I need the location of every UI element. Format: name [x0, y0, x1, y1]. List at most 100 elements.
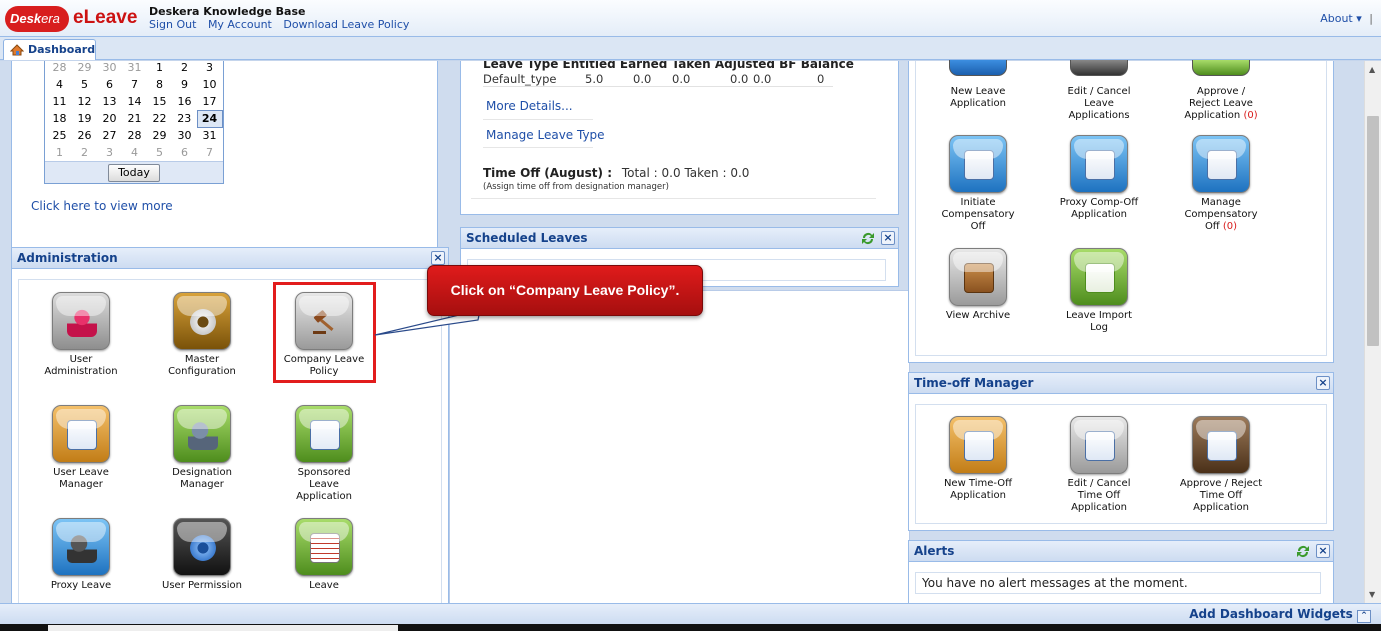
calendar-day[interactable]: 31: [122, 61, 147, 76]
calendar-week: 25 26 27 28 29 30 31: [47, 127, 222, 144]
calendar-day[interactable]: 20: [97, 110, 122, 127]
calendar-day[interactable]: 6: [97, 76, 122, 93]
calendar-day[interactable]: 28: [47, 61, 72, 76]
tile-initiate-comp-off[interactable]: Initiate Compensatory Off: [923, 135, 1033, 233]
calendar-day[interactable]: 15: [147, 93, 172, 110]
about-menu[interactable]: About ▾ |: [1320, 12, 1373, 25]
my-account-link[interactable]: My Account: [208, 18, 272, 31]
scheduled-leaves-header: Scheduled Leaves ×: [461, 228, 898, 249]
calendar-day[interactable]: 7: [197, 144, 222, 161]
page-scrollbar[interactable]: ▲ ▼: [1364, 61, 1381, 603]
close-icon[interactable]: ×: [1316, 376, 1330, 390]
tile-designation-manager[interactable]: Designation Manager: [147, 405, 257, 491]
more-details-link[interactable]: More Details...: [486, 99, 573, 113]
tile-new-timeoff-application[interactable]: New Time-Off Application: [923, 416, 1033, 502]
tab-dashboard[interactable]: Dashboard: [3, 39, 96, 60]
calendar-day[interactable]: 1: [147, 61, 172, 76]
manage-comp-off-icon: [1207, 150, 1237, 180]
calendar-day[interactable]: 30: [172, 127, 197, 144]
calendar-day[interactable]: 29: [72, 61, 97, 76]
calendar-day[interactable]: 31: [197, 127, 222, 144]
tile-user-leave-manager[interactable]: User Leave Manager: [26, 405, 136, 491]
add-dashboard-widgets-button[interactable]: Add Dashboard Widgets ⌃: [1189, 607, 1371, 623]
calendar-day[interactable]: 14: [122, 93, 147, 110]
calendar-week: 11 12 13 14 15 16 17: [47, 93, 222, 110]
calendar-day[interactable]: 11: [47, 93, 72, 110]
tile-approve-reject-leave[interactable]: Approve / Reject Leave Application (0): [1166, 60, 1276, 122]
alerts-header: Alerts ×: [909, 541, 1333, 562]
download-leave-policy-link[interactable]: Download Leave Policy: [283, 18, 409, 31]
calendar-day[interactable]: 10: [197, 76, 222, 93]
sign-out-link[interactable]: Sign Out: [149, 18, 196, 31]
refresh-icon[interactable]: [860, 231, 876, 246]
tile-sponsored-leave-application[interactable]: Sponsored Leave Application: [269, 405, 379, 503]
top-bar: Deskera eLeave Deskera Knowledge Base Si…: [0, 0, 1381, 37]
calendar-day[interactable]: 25: [47, 127, 72, 144]
close-icon[interactable]: ×: [1316, 544, 1330, 558]
permission-icon: [188, 533, 218, 563]
close-icon[interactable]: ×: [881, 231, 895, 245]
calendar-day[interactable]: 21: [122, 110, 147, 127]
tile-view-archive[interactable]: View Archive: [923, 248, 1033, 322]
calendar-day[interactable]: 24: [196, 109, 223, 128]
calendar-day[interactable]: 4: [47, 76, 72, 93]
alerts-panel: Alerts × You have no alert messages at t…: [908, 540, 1334, 603]
calendar-day[interactable]: 2: [72, 144, 97, 161]
calendar-day[interactable]: 3: [97, 144, 122, 161]
pending-count: (0): [1222, 221, 1238, 232]
tile-edit-cancel-timeoff[interactable]: Edit / Cancel Time Off Application: [1044, 416, 1154, 514]
calendar-day[interactable]: 19: [72, 110, 97, 127]
tile-edit-cancel-leave[interactable]: Edit / Cancel Leave Applications: [1044, 60, 1154, 122]
calendar-day[interactable]: 29: [147, 127, 172, 144]
tile-proxy-comp-off[interactable]: Proxy Comp-Off Application: [1044, 135, 1154, 221]
calendar-day[interactable]: 7: [122, 76, 147, 93]
scroll-down-icon[interactable]: ▼: [1369, 590, 1375, 599]
calendar-day[interactable]: 6: [172, 144, 197, 161]
instruction-callout: Click on “Company Leave Policy”.: [427, 265, 703, 316]
tile-user-administration[interactable]: User Administration: [26, 292, 136, 378]
calendar-day[interactable]: 9: [172, 76, 197, 93]
calendar-day[interactable]: 3: [197, 61, 222, 76]
deskera-logo: Deskera eLeave: [5, 6, 137, 32]
view-more-link[interactable]: Click here to view more: [31, 199, 173, 213]
calendar-day[interactable]: 22: [147, 110, 172, 127]
calendar-day[interactable]: 5: [147, 144, 172, 161]
calendar-day[interactable]: 26: [72, 127, 97, 144]
calendar-day[interactable]: 8: [147, 76, 172, 93]
calendar-day[interactable]: 17: [197, 93, 222, 110]
calendar-day[interactable]: 27: [97, 127, 122, 144]
chevron-up-icon: ⌃: [1357, 610, 1371, 623]
tile-approve-reject-timeoff[interactable]: Approve / Reject Time Off Application: [1166, 416, 1276, 514]
calendar-day[interactable]: 30: [97, 61, 122, 76]
approve-timeoff-icon: [1207, 431, 1237, 461]
tile-manage-comp-off[interactable]: Manage Compensatory Off (0): [1166, 135, 1276, 233]
calendar-week: 1234567: [47, 144, 222, 161]
manage-leave-type-link[interactable]: Manage Leave Type: [486, 128, 605, 142]
calendar-day[interactable]: 13: [97, 93, 122, 110]
calendar-day[interactable]: 1: [47, 144, 72, 161]
user-admin-icon: [67, 307, 97, 337]
calendar-day[interactable]: 28: [122, 127, 147, 144]
calendar-day[interactable]: 23: [172, 110, 197, 127]
highlight-box: [273, 282, 376, 383]
tile-master-configuration[interactable]: Master Configuration: [147, 292, 257, 378]
calendar-day[interactable]: 5: [72, 76, 97, 93]
tile-leave-adjustment-log[interactable]: Leave Adjustment Log: [269, 518, 379, 592]
tile-proxy-leave-application[interactable]: Proxy Leave Application: [26, 518, 136, 592]
scroll-thumb[interactable]: [1367, 116, 1379, 346]
proxy-comp-off-icon: [1085, 150, 1115, 180]
calendar-week: 28 29 30 31 1 2 3: [47, 61, 222, 76]
scroll-up-icon[interactable]: ▲: [1369, 65, 1375, 74]
tile-leave-import-log[interactable]: Leave Import Log: [1044, 248, 1154, 334]
tile-new-leave-application[interactable]: New Leave Application: [923, 60, 1033, 130]
calendar-day[interactable]: 12: [72, 93, 97, 110]
calendar-day[interactable]: 2: [172, 61, 197, 76]
tile-user-permission[interactable]: User Permission: [147, 518, 257, 592]
calendar-day[interactable]: 18: [47, 110, 72, 127]
today-button[interactable]: Today: [108, 164, 160, 182]
close-icon[interactable]: ×: [431, 251, 445, 265]
calendar-day[interactable]: 16: [172, 93, 197, 110]
leave-summary-header: Leave Type Entitled Earned Taken Adjuste…: [483, 61, 854, 71]
refresh-icon[interactable]: [1295, 544, 1311, 559]
calendar-day[interactable]: 4: [122, 144, 147, 161]
